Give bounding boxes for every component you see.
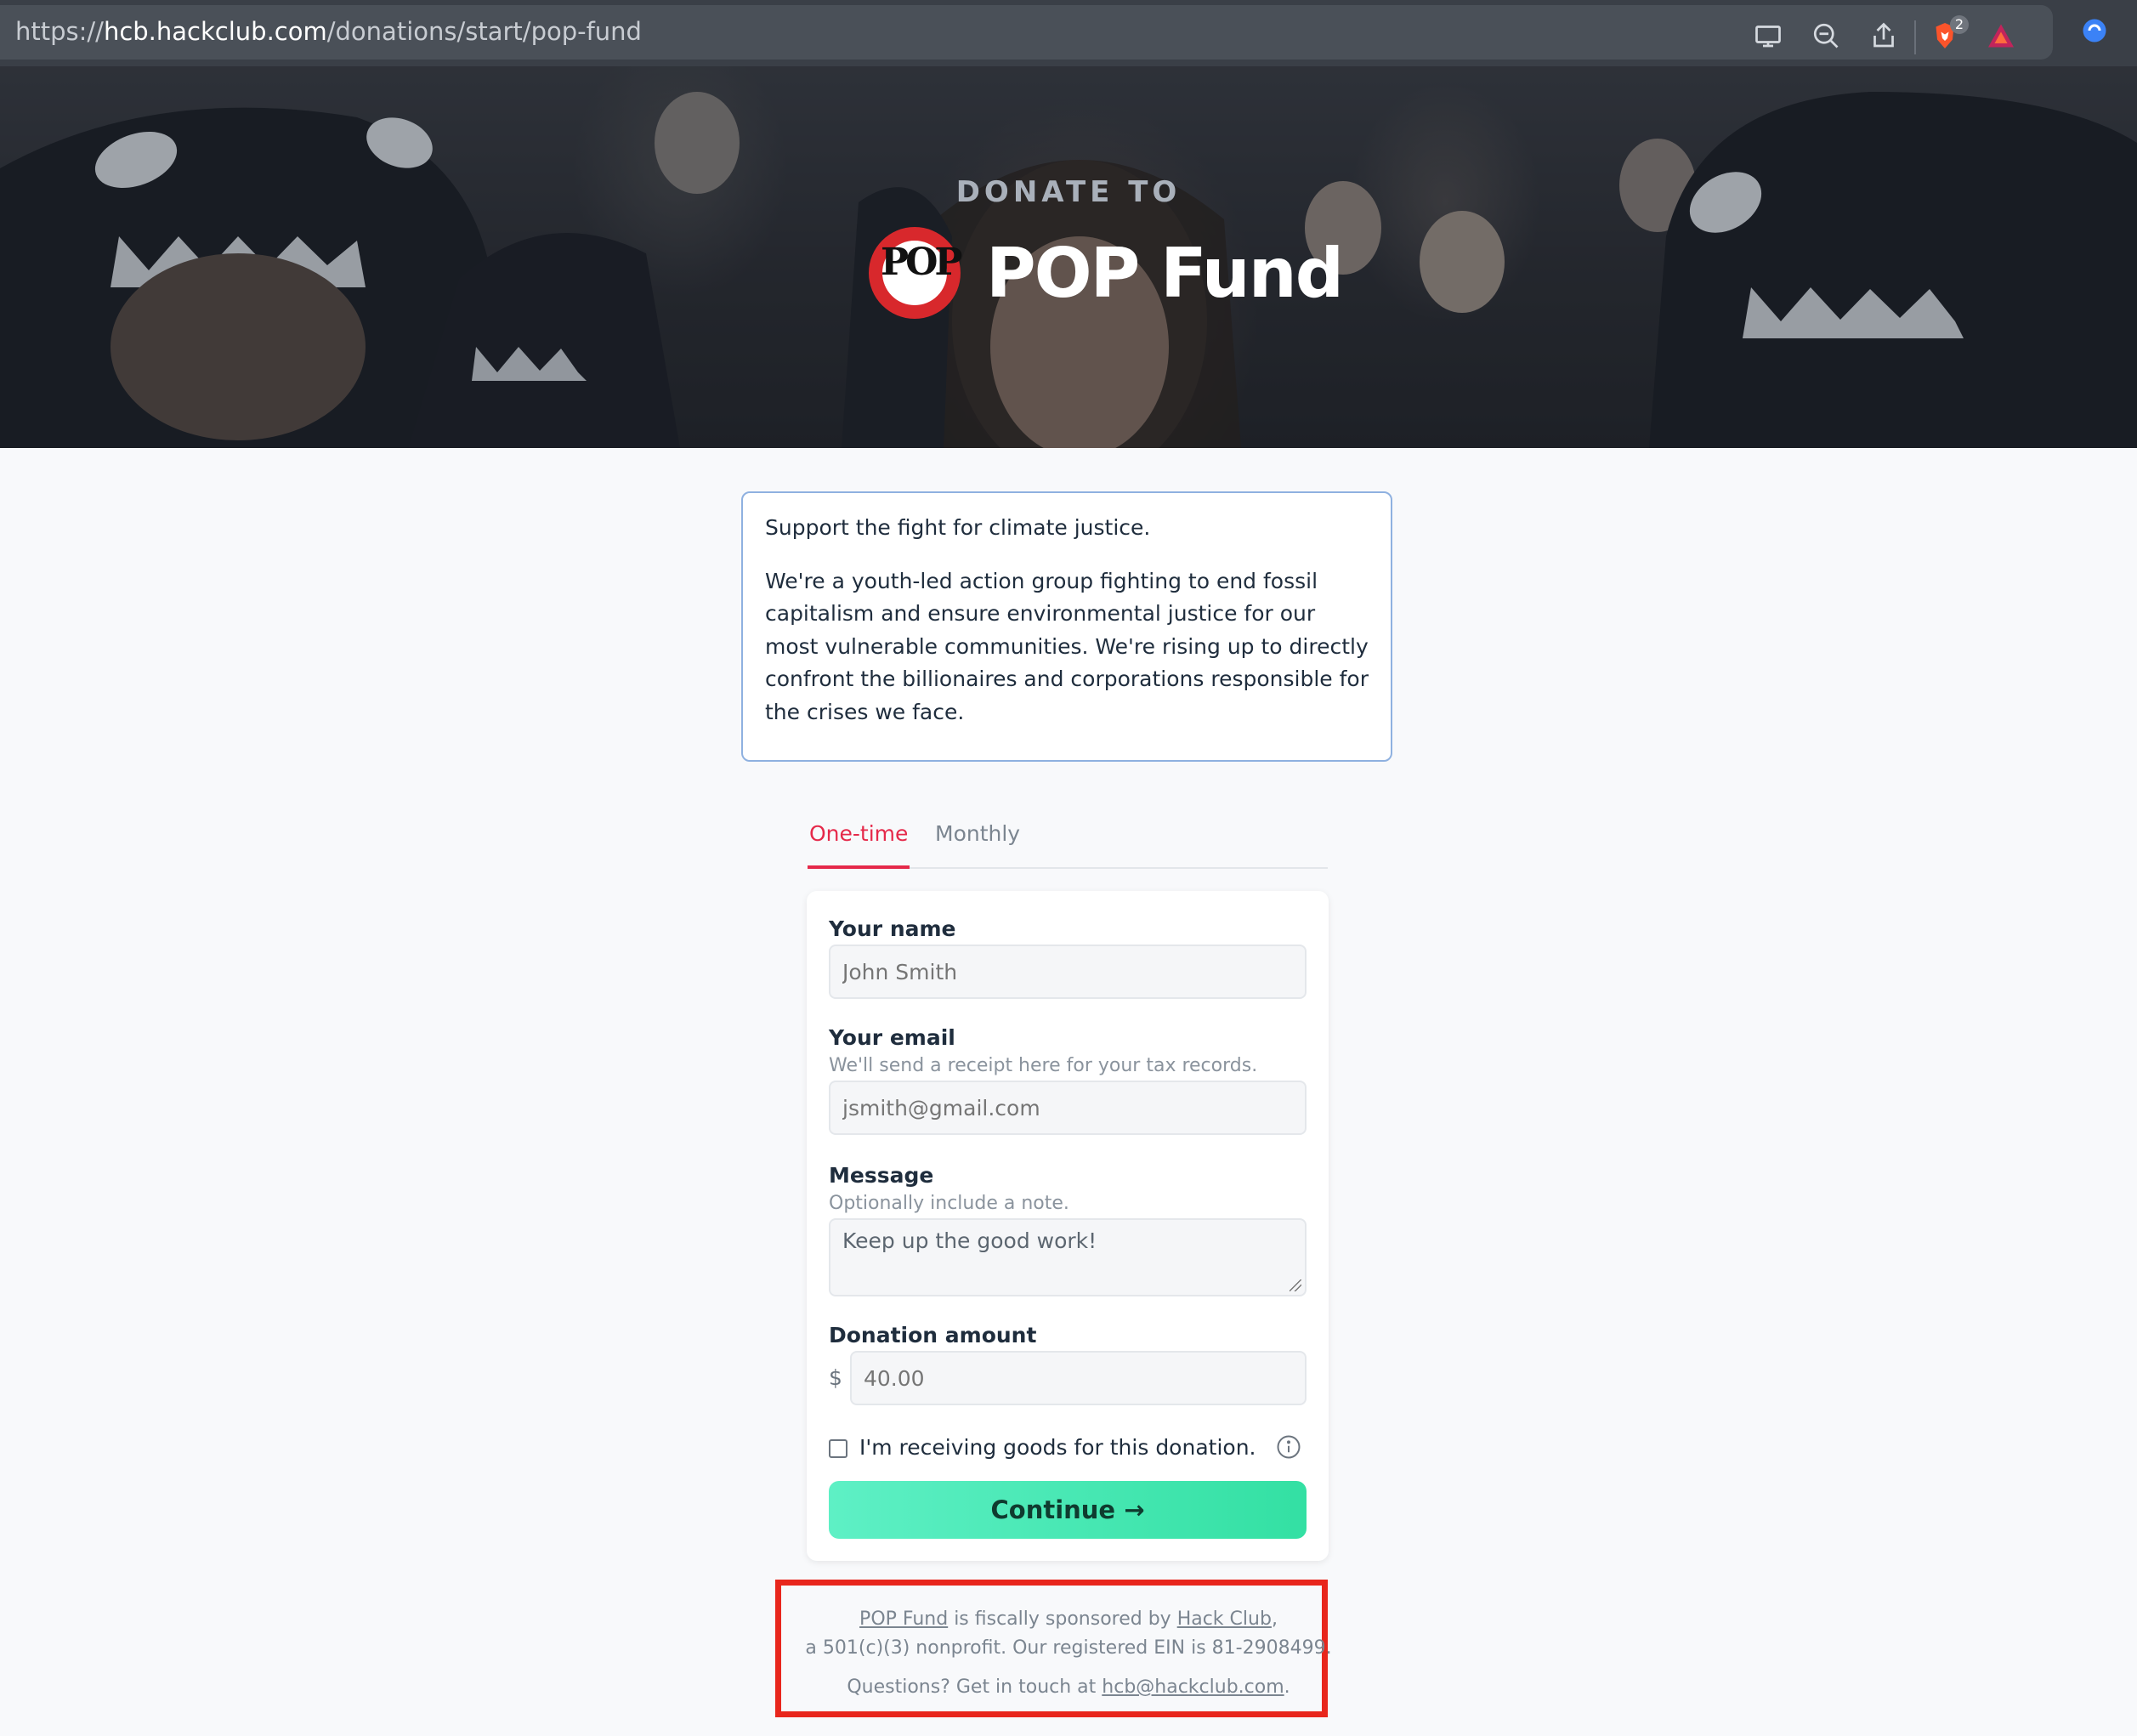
- message-textarea[interactable]: Keep up the good work!: [829, 1218, 1307, 1296]
- resize-handle-icon[interactable]: [1290, 1279, 1301, 1291]
- extension-icon[interactable]: [2077, 15, 2111, 49]
- logo-text: POP: [881, 241, 962, 284]
- name-label: Your name: [829, 916, 956, 941]
- toolbar-divider: [1914, 20, 1916, 54]
- url-text[interactable]: https://hcb.hackclub.com/donations/start…: [15, 17, 642, 46]
- brave-rewards-icon[interactable]: [1984, 20, 2018, 54]
- message-placeholder: Keep up the good work!: [842, 1228, 1097, 1253]
- hero-title-row: POP POP Fund: [869, 222, 1344, 324]
- name-input[interactable]: [829, 945, 1307, 999]
- footer-sponsor-line: POP Fund is fiscally sponsored by Hack C…: [859, 1608, 1278, 1630]
- address-bar[interactable]: https://hcb.hackclub.com/donations/start…: [0, 5, 2053, 60]
- amount-label: Donation amount: [829, 1323, 1037, 1347]
- info-icon[interactable]: [1276, 1434, 1301, 1460]
- tab-one-time[interactable]: One-time: [808, 820, 910, 869]
- brave-shields-icon[interactable]: 2: [1928, 15, 1969, 54]
- tab-monthly[interactable]: Monthly: [935, 820, 1020, 865]
- message-label: Message: [829, 1163, 934, 1188]
- description-paragraph-2: We're a youth-led action group fighting …: [765, 568, 1369, 724]
- description-paragraph-1: Support the fight for climate justice.: [765, 515, 1151, 540]
- organization-description[interactable]: Support the fight for climate justice. W…: [741, 491, 1392, 762]
- browser-toolbar: https://hcb.hackclub.com/donations/start…: [0, 0, 2137, 66]
- email-input[interactable]: [829, 1081, 1307, 1135]
- org-link[interactable]: POP Fund: [859, 1608, 948, 1630]
- hero-banner: DONATE TO POP POP Fund: [0, 66, 2137, 448]
- donation-form: Your name Your email We'll send a receip…: [807, 891, 1329, 1561]
- email-hint: We'll send a receipt here for your tax r…: [829, 1055, 1258, 1076]
- zoom-out-icon[interactable]: [1809, 20, 1843, 54]
- amount-input[interactable]: [850, 1351, 1307, 1405]
- share-icon[interactable]: [1867, 20, 1901, 54]
- goods-checkbox[interactable]: [829, 1439, 847, 1458]
- goods-checkbox-label[interactable]: I'm receiving goods for this donation.: [859, 1435, 1256, 1460]
- email-label: Your email: [829, 1025, 955, 1050]
- page-title: POP Fund: [986, 233, 1344, 313]
- contact-email-link[interactable]: hcb@hackclub.com: [1102, 1676, 1284, 1698]
- donation-frequency-tabs: One-time Monthly: [808, 814, 1328, 869]
- donate-to-kicker: DONATE TO: [955, 175, 1182, 209]
- pop-fund-logo: POP: [869, 227, 962, 319]
- footer-contact-line: Questions? Get in touch at hcb@hackclub.…: [847, 1676, 1290, 1698]
- message-hint: Optionally include a note.: [829, 1193, 1069, 1214]
- cast-icon[interactable]: [1751, 20, 1785, 54]
- currency-symbol: $: [829, 1365, 842, 1390]
- footer-ein-line: a 501(c)(3) nonprofit. Our registered EI…: [805, 1637, 1332, 1659]
- hack-club-link[interactable]: Hack Club: [1177, 1608, 1272, 1630]
- continue-button[interactable]: Continue →: [829, 1481, 1307, 1539]
- shields-count-badge: 2: [1950, 15, 1969, 34]
